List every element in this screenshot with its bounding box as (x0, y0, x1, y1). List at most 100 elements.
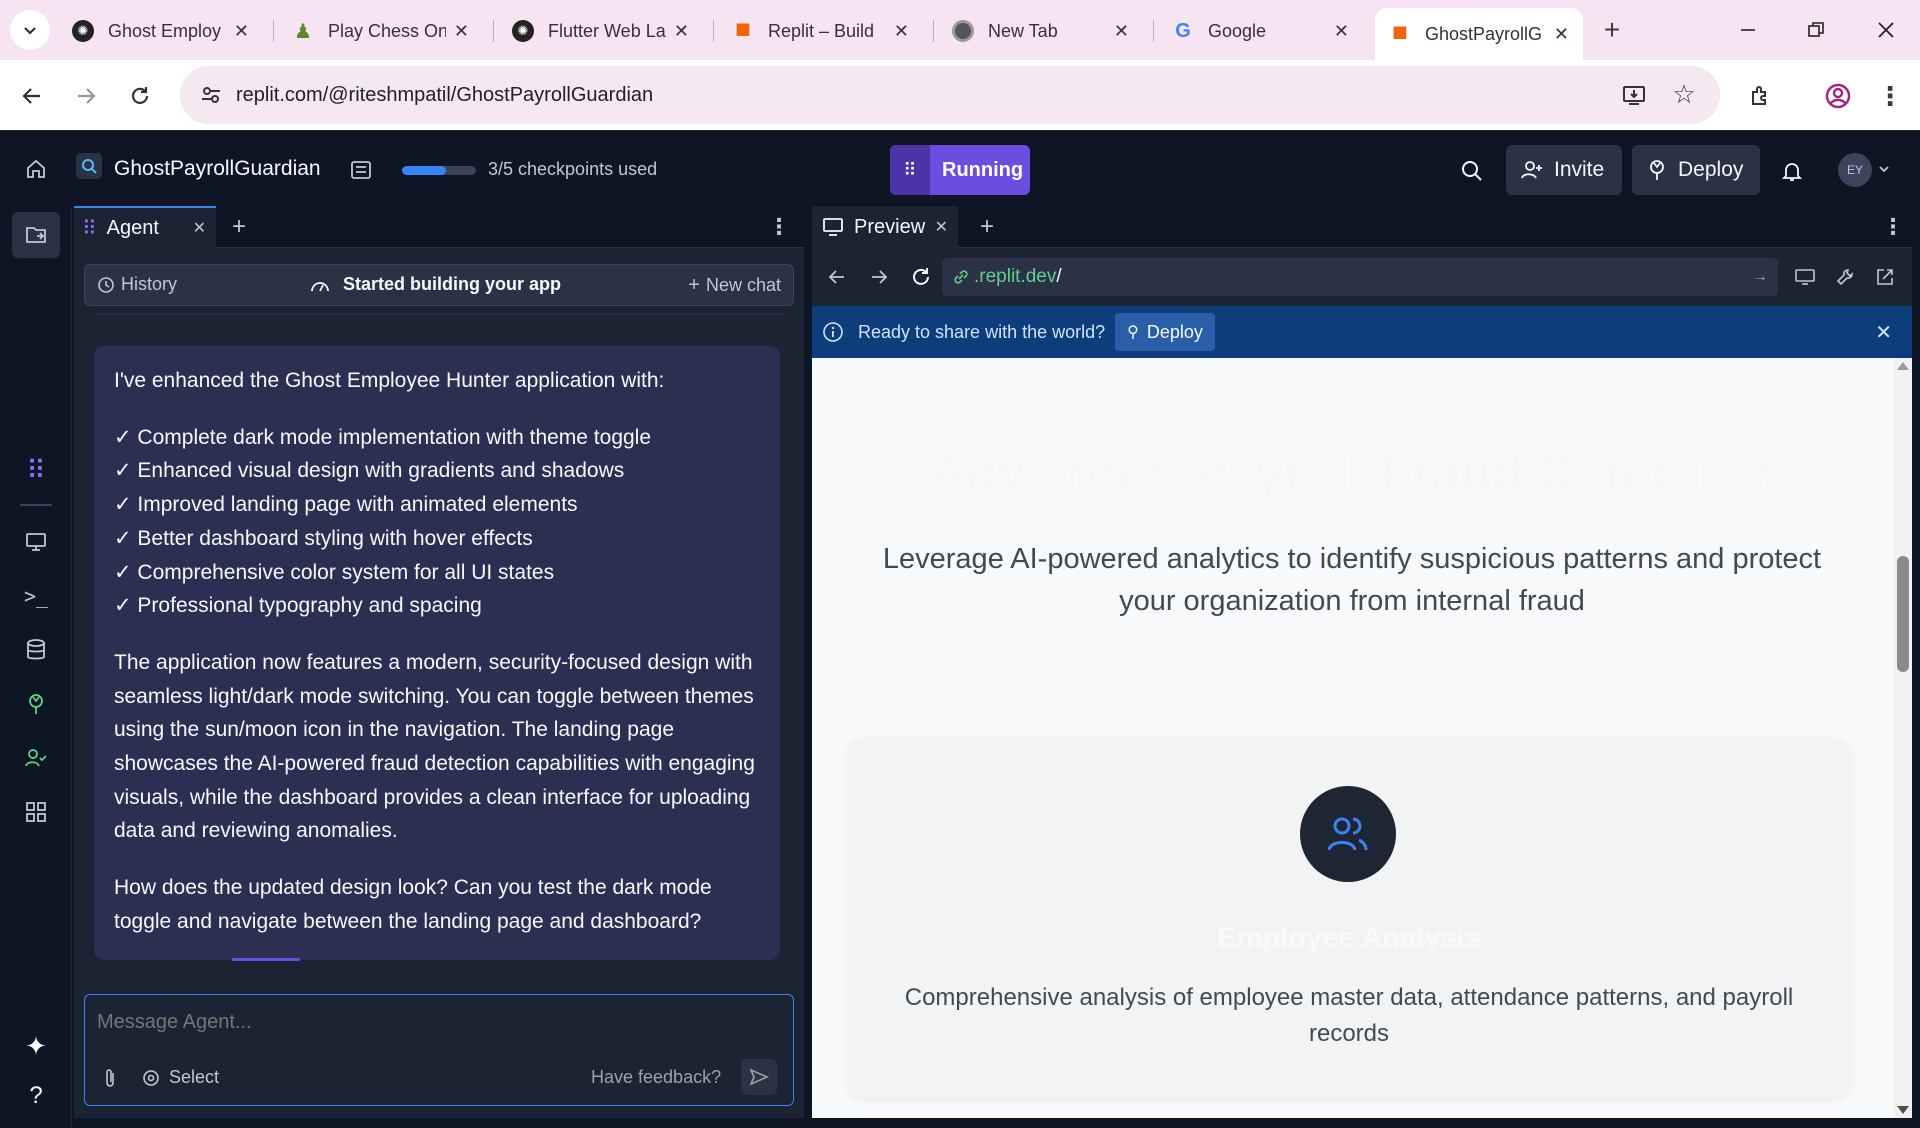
close-tab-icon[interactable]: ✕ (674, 21, 689, 42)
have-feedback-link[interactable]: Have feedback? (591, 1067, 721, 1088)
close-tab-icon[interactable]: ✕ (894, 21, 909, 42)
feature-card-text: Comprehensive analysis of employee maste… (904, 984, 1794, 1047)
deploy-button[interactable]: Deploy (1632, 145, 1760, 195)
device-size-icon[interactable] (1790, 262, 1820, 292)
sparkle-icon[interactable]: ✦ (16, 1026, 56, 1066)
checkpoints-progress-fill (402, 166, 447, 175)
checkpoints-label: 3/5 checkpoints used (488, 159, 658, 179)
close-window-icon[interactable] (1868, 12, 1904, 48)
shell-tool-icon[interactable]: >_ (16, 576, 56, 616)
close-tab-icon[interactable]: ✕ (454, 21, 469, 42)
new-chat-button[interactable]: + New chat (688, 274, 781, 297)
browser-tab-active[interactable]: ⯀ GhostPayrollG ✕ (1375, 8, 1583, 60)
file-tree-icon[interactable] (12, 212, 60, 258)
site-settings-icon[interactable] (198, 82, 224, 108)
history-button[interactable]: History (97, 274, 177, 295)
agent-status-label: Started building your app (343, 274, 562, 294)
forward-icon[interactable] (68, 78, 104, 114)
notifications-bell-icon[interactable] (1772, 151, 1812, 191)
scroll-up-arrow-icon[interactable] (1897, 362, 1909, 370)
database-tool-icon[interactable] (16, 630, 56, 670)
invite-button[interactable]: Invite (1506, 145, 1622, 195)
open-new-window-icon[interactable] (1870, 262, 1900, 292)
close-tab-icon[interactable]: ✕ (193, 218, 206, 238)
go-arrow-icon[interactable]: → (1752, 268, 1768, 286)
panel-menu-icon[interactable]: ⋮ (764, 212, 794, 242)
agent-tab-label: Agent (106, 216, 159, 239)
openai-icon: ✺ (72, 20, 94, 42)
webview-tool-icon[interactable] (16, 522, 56, 562)
devtools-wrench-icon[interactable] (1830, 262, 1860, 292)
scrollbar-thumb[interactable] (1897, 556, 1909, 672)
replit-agent-icon: ⠿ (890, 145, 930, 195)
minimize-icon[interactable] (1730, 12, 1766, 48)
link-icon (952, 268, 970, 286)
message-input-box: Select Have feedback? (84, 994, 794, 1106)
panel-splitter[interactable] (804, 206, 812, 1118)
close-tab-icon[interactable]: ✕ (935, 217, 948, 237)
preview-tab-label: Preview (854, 215, 926, 238)
browser-tab[interactable]: ♟ Play Chess On ✕ (278, 10, 483, 52)
webview-scrollbar[interactable] (1894, 358, 1912, 1118)
bookmark-star-icon[interactable]: ☆ (1670, 79, 1698, 109)
restore-icon[interactable] (1798, 12, 1834, 48)
webview-url-bar[interactable]: .replit.dev / → (942, 258, 1778, 296)
new-tab-icon[interactable]: + (1594, 12, 1630, 48)
extensions-icon[interactable] (1742, 78, 1778, 114)
checkpoint-icon[interactable] (344, 153, 378, 187)
select-element-button[interactable]: Select (141, 1067, 219, 1088)
tab-search-chevron-icon[interactable] (10, 10, 50, 50)
browser-tab[interactable]: ✺ Flutter Web La ✕ (498, 10, 703, 52)
checklist-item: ✓ Complete dark mode implementation with… (114, 425, 652, 449)
banner-deploy-button[interactable]: ⚲ Deploy (1115, 313, 1215, 351)
search-icon[interactable] (1452, 151, 1492, 191)
agent-tool-icon[interactable]: ⠿ (16, 450, 56, 490)
attach-paperclip-icon[interactable] (95, 1063, 125, 1093)
panel-menu-icon[interactable]: ⋮ (1878, 212, 1908, 242)
message-agent-input[interactable] (97, 1005, 777, 1039)
close-tab-icon[interactable]: ✕ (1554, 24, 1569, 45)
browser-tab[interactable]: ⯀ Replit – Build ✕ (718, 10, 923, 52)
home-icon[interactable] (16, 149, 56, 189)
webview-forward-icon[interactable] (864, 262, 894, 292)
avatar-initials: EY (1846, 163, 1863, 177)
close-tab-icon[interactable]: ✕ (1334, 21, 1349, 42)
address-bar[interactable]: replit.com/@riteshmpatil/GhostPayrollGua… (180, 66, 1720, 124)
send-icon[interactable] (741, 1059, 777, 1095)
agent-tab[interactable]: ⠿ Agent ✕ (74, 206, 216, 248)
close-tab-icon[interactable]: ✕ (234, 21, 249, 42)
add-tab-icon[interactable]: + (224, 212, 254, 242)
close-tab-icon[interactable]: ✕ (1114, 21, 1129, 42)
scroll-down-arrow-icon[interactable] (1897, 1106, 1909, 1114)
browser-tab[interactable]: G Google ✕ (1158, 10, 1363, 52)
back-icon[interactable] (14, 78, 50, 114)
browser-tab[interactable]: ✺ Ghost Employ ✕ (58, 10, 263, 52)
browser-tab[interactable]: New Tab ✕ (938, 10, 1143, 52)
profile-icon[interactable] (1820, 78, 1856, 114)
help-icon[interactable]: ? (16, 1076, 56, 1116)
target-icon (141, 1068, 161, 1088)
chevron-down-icon[interactable] (1874, 159, 1894, 179)
agent-message: I've enhanced the Ghost Employee Hunter … (94, 346, 780, 960)
browser-menu-icon[interactable]: ⋮ (1872, 78, 1908, 114)
info-icon (822, 321, 844, 343)
run-status-button[interactable]: ⠿ Running (890, 145, 1030, 195)
webview-reload-icon[interactable] (906, 262, 936, 292)
close-banner-icon[interactable]: ✕ (1875, 320, 1892, 345)
webview-back-icon[interactable] (822, 262, 852, 292)
feature-icon-circle (1300, 786, 1396, 882)
browser-tab-strip: ✺ Ghost Employ ✕ ♟ Play Chess On ✕ ✺ Flu… (0, 0, 1920, 60)
add-tab-icon[interactable]: + (972, 212, 1002, 242)
project-name[interactable]: GhostPayrollGuardian (114, 157, 321, 181)
all-tools-grid-icon[interactable] (16, 792, 56, 832)
user-auth-tool-icon[interactable] (16, 738, 56, 778)
user-avatar[interactable]: EY (1838, 153, 1872, 187)
tab-title: Google (1208, 20, 1267, 41)
history-label: History (121, 274, 178, 294)
preview-panel: Preview ✕ + ⋮ .replit.dev / → Ready to s… (812, 206, 1912, 1118)
install-app-icon[interactable] (1620, 81, 1648, 109)
deployments-tool-icon[interactable] (16, 684, 56, 724)
reload-icon[interactable] (122, 78, 158, 114)
preview-tab[interactable]: Preview ✕ (812, 206, 958, 248)
checkpoints-progress (402, 166, 476, 175)
